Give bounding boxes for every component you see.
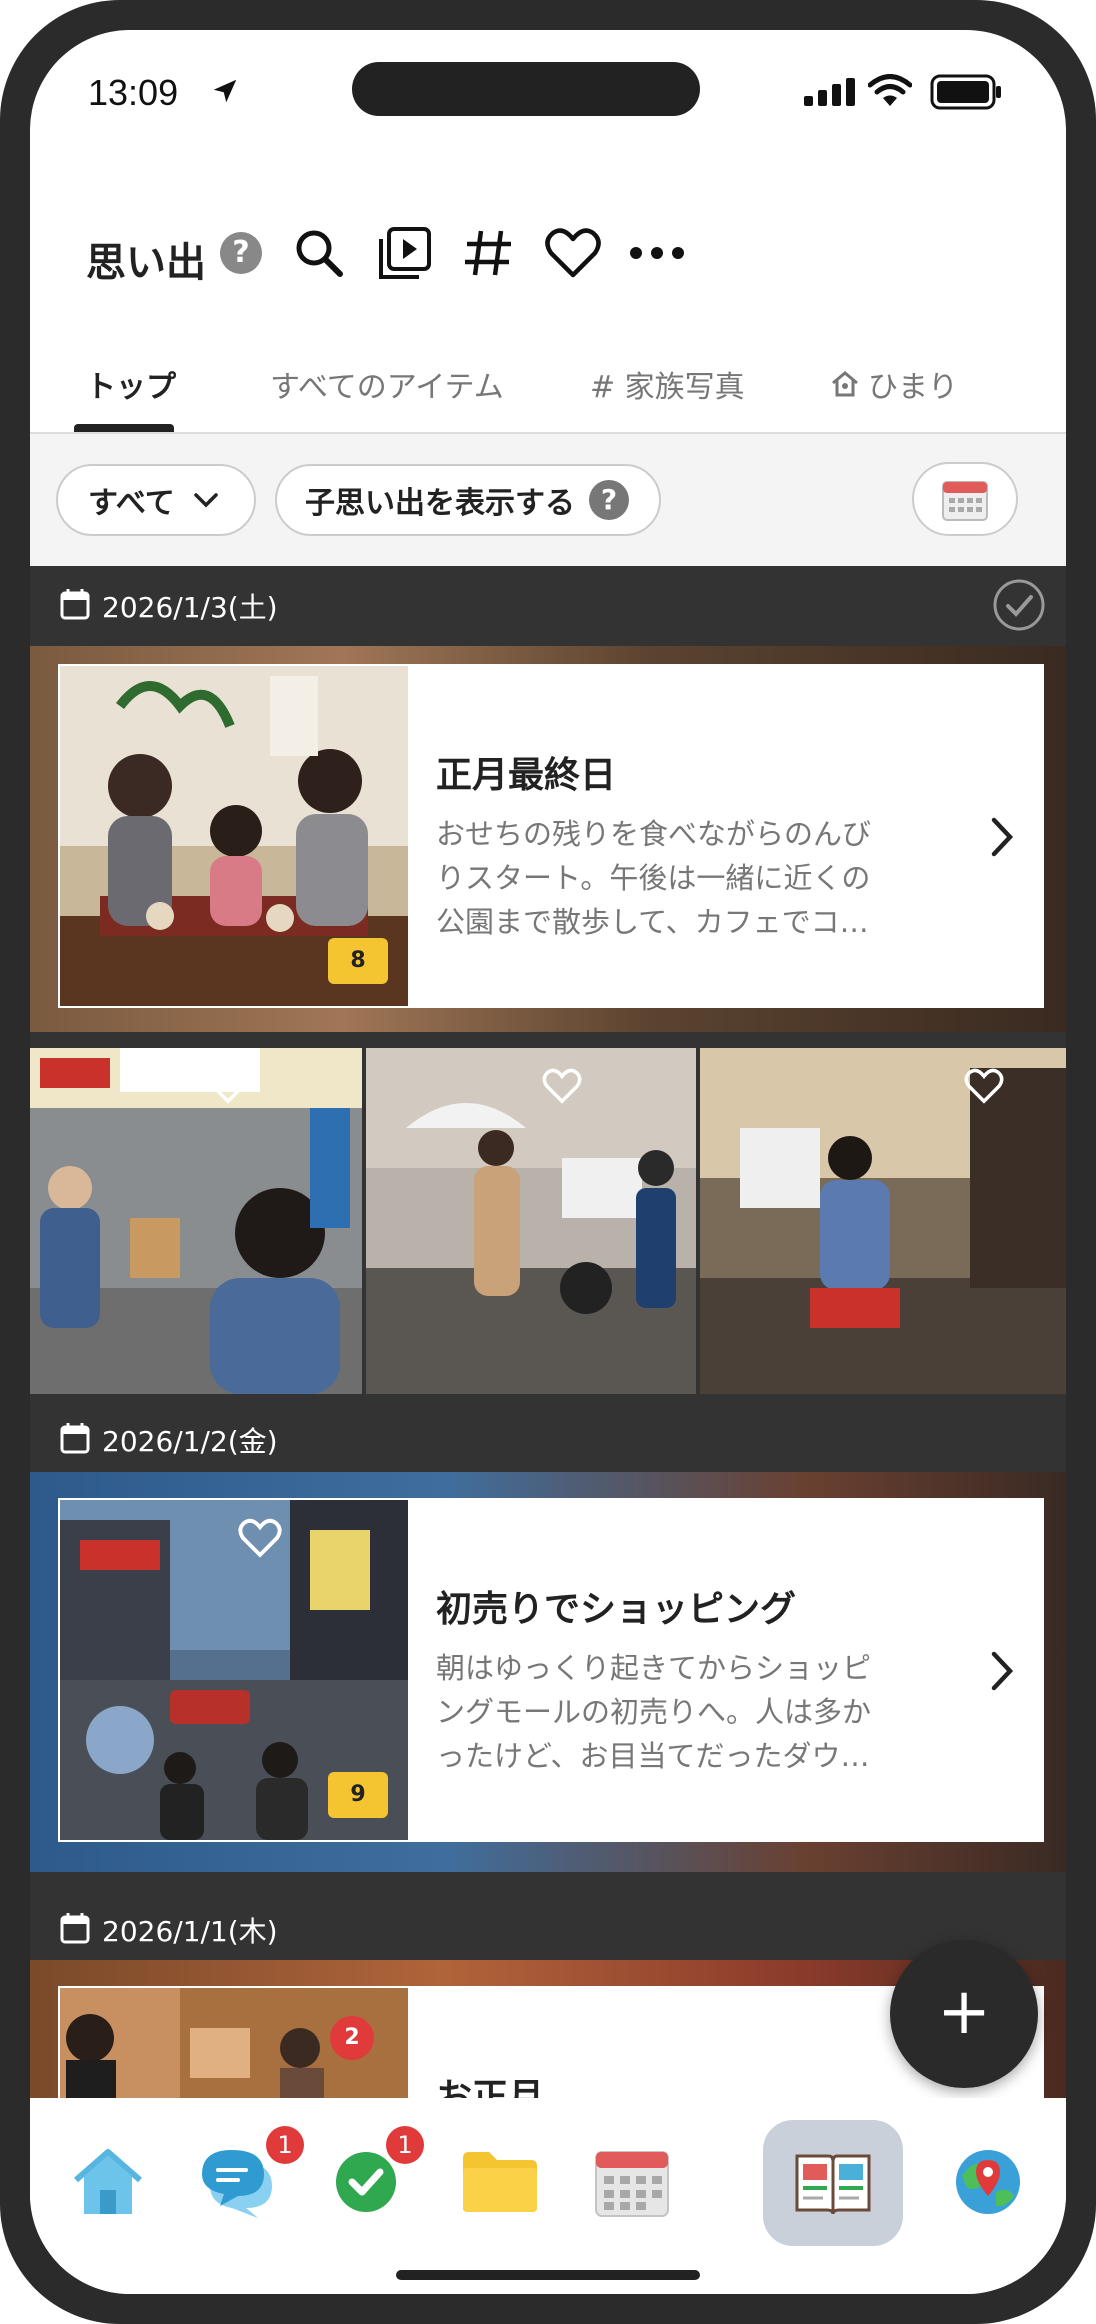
page-title: 思い出 [86, 240, 206, 286]
tab-bar: トップ すべてのアイテム # 家族写真 ひまり [30, 320, 1066, 434]
heart-icon[interactable] [542, 1068, 582, 1104]
photo-count-badge: 9 [328, 1772, 388, 1818]
memory-card[interactable]: 8 正月最終日 おせちの残りを食べながらのんびりスタート。午後は一緒に近くの公園… [58, 664, 1044, 1008]
slideshow-icon[interactable] [370, 218, 440, 288]
phone-frame: 13:09 思い出 ? トップ すべてのアイテム # 家族写真 ひまり すべて … [0, 0, 1096, 2324]
date-label: 2026/1/1(木) [102, 1915, 278, 1948]
chat-icon [202, 2150, 272, 2218]
search-icon[interactable] [284, 218, 354, 288]
memory-card-background: 8 正月最終日 おせちの残りを食べながらのんびりスタート。午後は一緒に近くの公園… [30, 646, 1066, 1032]
status-bar: 13:09 [30, 30, 1066, 150]
memory-description: 朝はゆっくり起きてからショッピングモールの初売りへ。人は多かったけど、お目当てだ… [436, 1651, 872, 1773]
photo-thumbnail[interactable] [30, 1048, 362, 1394]
memories-feed: 2026/1/3(土) 8 正月最終日 おせちの残りを食べながらのんびりスタート… [30, 566, 1066, 2150]
filter-bar: すべて 子思い出を表示する ? [30, 434, 1066, 566]
folder-icon [463, 2152, 537, 2212]
memory-card-background: 9 初売りでショッピング 朝はゆっくり起きてからショッピングモールの初売りへ。人… [30, 1472, 1066, 1872]
heart-icon[interactable] [538, 218, 608, 288]
tab-indicator [74, 424, 174, 432]
memory-title: 正月最終日 [436, 755, 617, 796]
status-time: 13:09 [88, 72, 179, 113]
nav-chat[interactable]: 1 [190, 2126, 304, 2232]
memory-title: 初売りでショッピング [436, 1589, 797, 1630]
location-arrow-icon [213, 79, 237, 103]
calendar-icon [942, 481, 988, 521]
tab-top[interactable]: トップ [86, 362, 176, 406]
hashtag-icon[interactable] [454, 218, 524, 288]
bottom-nav: 1 1 [30, 2098, 1066, 2294]
house-person-icon [832, 371, 858, 397]
date-label: 2026/1/2(金) [102, 1425, 278, 1458]
filter-all-label: すべて [88, 486, 175, 521]
memories-icon [795, 2154, 871, 2215]
calendar-button[interactable] [912, 462, 1018, 536]
signal-icon [804, 78, 855, 106]
heart-icon[interactable] [238, 1518, 282, 1558]
filter-all-dropdown[interactable]: すべて [56, 464, 256, 536]
photo-thumbnail[interactable] [700, 1048, 1066, 1394]
wifi-icon [868, 74, 912, 106]
tab-all-items[interactable]: すべてのアイテム [270, 362, 504, 406]
date-header: 2026/1/3(土) [30, 566, 1066, 646]
tab-family-photos[interactable]: # 家族写真 [590, 362, 745, 406]
calendar-icon [60, 1913, 90, 1944]
map-icon [956, 2150, 1020, 2214]
memory-card[interactable]: 9 初売りでショッピング 朝はゆっくり起きてからショッピングモールの初売りへ。人… [58, 1498, 1044, 1842]
screen: 13:09 思い出 ? トップ すべてのアイテム # 家族写真 ひまり すべて … [30, 30, 1066, 2294]
home-indicator [396, 2270, 700, 2280]
calendar-icon [60, 1423, 90, 1454]
nav-folder[interactable] [450, 2132, 550, 2232]
calendar-icon [595, 2151, 669, 2217]
nav-calendar[interactable] [582, 2132, 682, 2232]
heart-icon[interactable] [964, 1068, 1004, 1104]
app-header: 思い出 ? [30, 190, 1066, 300]
home-icon [74, 2149, 142, 2214]
select-check-icon[interactable] [992, 578, 1046, 632]
memory-cover-photo: 8 [60, 666, 408, 1006]
notification-badge: 1 [266, 2126, 304, 2164]
tasks-icon [336, 2152, 396, 2212]
heart-icon[interactable] [208, 1068, 248, 1104]
show-child-memories-toggle[interactable]: 子思い出を表示する ? [275, 464, 661, 536]
date-header: 2026/1/1(木) [30, 1890, 1066, 1970]
favorite-count-badge: 2 [330, 2016, 374, 2060]
show-child-memories-label: 子思い出を表示する [305, 486, 575, 521]
help-icon[interactable]: ? [220, 232, 262, 274]
calendar-icon [60, 589, 90, 620]
memory-description: おせちの残りを食べながらのんびりスタート。午後は一緒に近くの公園まで散歩して、カ… [436, 817, 872, 939]
photo-strip [30, 1048, 1066, 1394]
chevron-right-icon[interactable] [988, 814, 1016, 860]
nav-map[interactable] [938, 2132, 1038, 2232]
chevron-down-icon [193, 493, 218, 508]
dynamic-island [352, 62, 700, 116]
chevron-right-icon[interactable] [988, 1648, 1016, 1694]
photo-thumbnail[interactable] [366, 1048, 696, 1394]
nav-memories[interactable] [763, 2120, 903, 2246]
date-header: 2026/1/2(金) [30, 1400, 1066, 1480]
date-label: 2026/1/3(土) [102, 591, 278, 624]
memory-cover-photo: 9 [60, 1500, 408, 1840]
nav-tasks[interactable]: 1 [316, 2126, 424, 2232]
add-memory-button[interactable]: + [890, 1940, 1038, 2088]
more-icon[interactable] [622, 218, 692, 288]
tab-himari-label: ひまり [868, 370, 958, 405]
nav-home[interactable] [58, 2132, 158, 2232]
tab-himari[interactable]: ひまり [830, 362, 958, 406]
battery-icon [930, 74, 1001, 110]
notification-badge: 1 [386, 2126, 424, 2164]
photo-count-badge: 8 [328, 938, 388, 984]
help-icon[interactable]: ? [589, 480, 629, 520]
